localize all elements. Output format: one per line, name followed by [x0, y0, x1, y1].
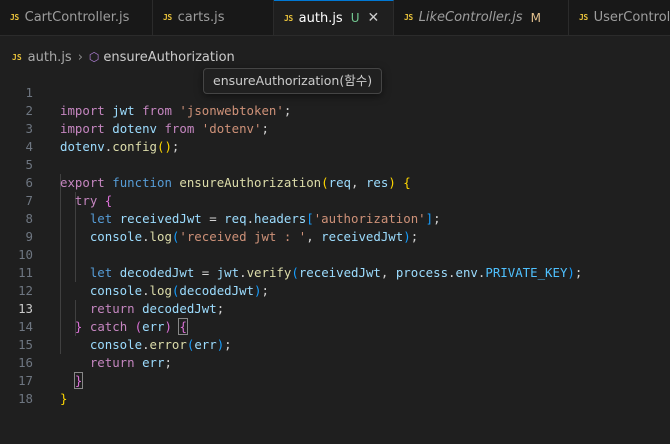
modified-status-badge: M: [530, 10, 541, 25]
tab-label: carts.js: [177, 10, 225, 25]
code-line: 13 } catch (err) {: [0, 282, 670, 335]
js-file-icon: JS: [163, 13, 172, 22]
code-line: 5 export function ensureAuthorization(re…: [0, 138, 670, 190]
code-line: 3 dotenv.config();: [0, 102, 670, 154]
tab-label: CartController.js: [24, 10, 130, 25]
code-line: 7 let receivedJwt = req.headers['authori…: [0, 174, 670, 226]
code-line: 10 let decodedJwt = jwt.verify(receivedJ…: [0, 228, 670, 280]
line-number: 18: [18, 391, 33, 406]
code-text: }: [60, 391, 68, 406]
breadcrumb: JS auth.js › ⬡ ensureAuthorization: [0, 46, 670, 68]
code-line: 8 console.log('received jwt : ', receive…: [0, 192, 670, 244]
tab-label: LikeController.js: [418, 10, 523, 25]
code-line: 12 return decodedJwt;: [0, 264, 670, 316]
code-line: 18: [0, 372, 670, 406]
code-line: 15 return err;: [0, 318, 670, 370]
close-icon[interactable]: ✕: [368, 10, 380, 26]
code-line: 17 }: [0, 354, 670, 406]
chevron-right-icon: ›: [77, 49, 83, 65]
js-file-icon: JS: [284, 13, 293, 23]
tab-auth[interactable]: JS auth.js U ✕: [274, 0, 394, 35]
code-line: 9: [0, 210, 670, 244]
code-line: 16 }: [0, 336, 670, 389]
code-line: 6 try {: [0, 156, 670, 208]
tab-cartcontroller[interactable]: JS CartController.js: [0, 0, 153, 35]
breadcrumb-symbol[interactable]: ensureAuthorization: [103, 50, 234, 65]
cube-icon: ⬡: [88, 50, 100, 64]
js-file-icon: JS: [12, 52, 22, 62]
hover-tooltip: ensureAuthorization(함수): [203, 68, 383, 94]
tab-usercontroller[interactable]: JS UserControl: [569, 0, 670, 35]
js-file-icon: JS: [404, 13, 413, 22]
code-line: 11 console.log(decodedJwt);: [0, 246, 670, 298]
tab-likecontroller[interactable]: JS LikeController.js M: [394, 0, 569, 35]
code-editor[interactable]: 1 import jwt from 'jsonwebtoken'; 2 impo…: [0, 66, 670, 429]
editor-tab-bar: JS CartController.js JS carts.js JS auth…: [0, 0, 670, 36]
tab-label: auth.js: [298, 10, 343, 26]
js-file-icon: JS: [10, 13, 19, 22]
tab-label: UserControl: [593, 10, 670, 25]
untracked-status-badge: U: [350, 11, 360, 25]
code-line: 4: [0, 120, 670, 154]
js-file-icon: JS: [579, 13, 588, 22]
breadcrumb-file[interactable]: auth.js: [28, 50, 72, 65]
tab-carts[interactable]: JS carts.js: [153, 0, 274, 35]
code-line: 14 console.error(err);: [0, 300, 670, 352]
